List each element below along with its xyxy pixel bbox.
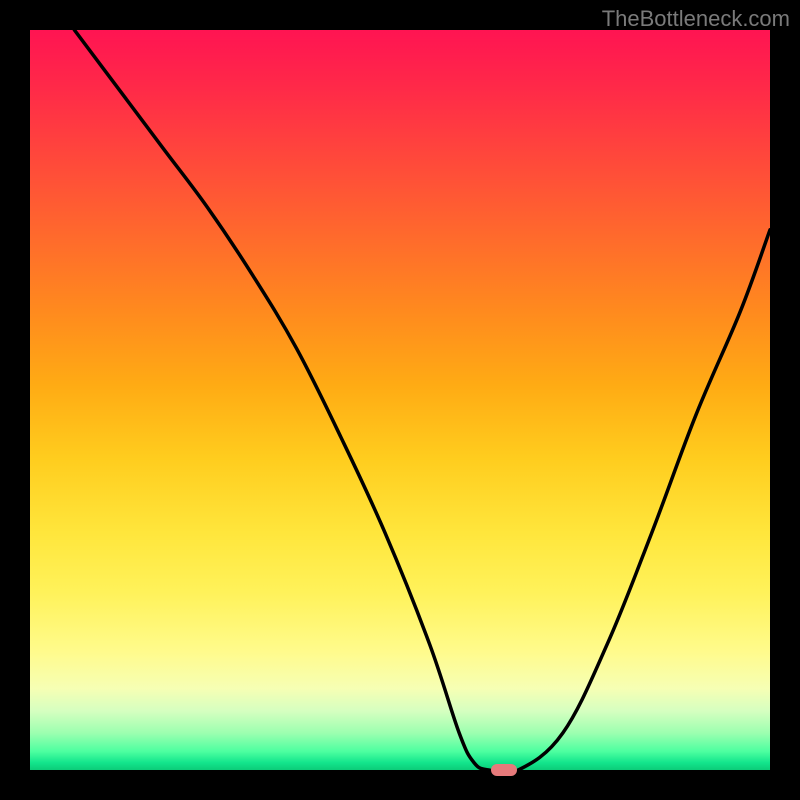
- bottleneck-curve: [30, 30, 770, 770]
- chart-frame: TheBottleneck.com: [0, 0, 800, 800]
- plot-area: [30, 30, 770, 770]
- optimum-marker: [491, 764, 517, 776]
- watermark-text: TheBottleneck.com: [602, 6, 790, 32]
